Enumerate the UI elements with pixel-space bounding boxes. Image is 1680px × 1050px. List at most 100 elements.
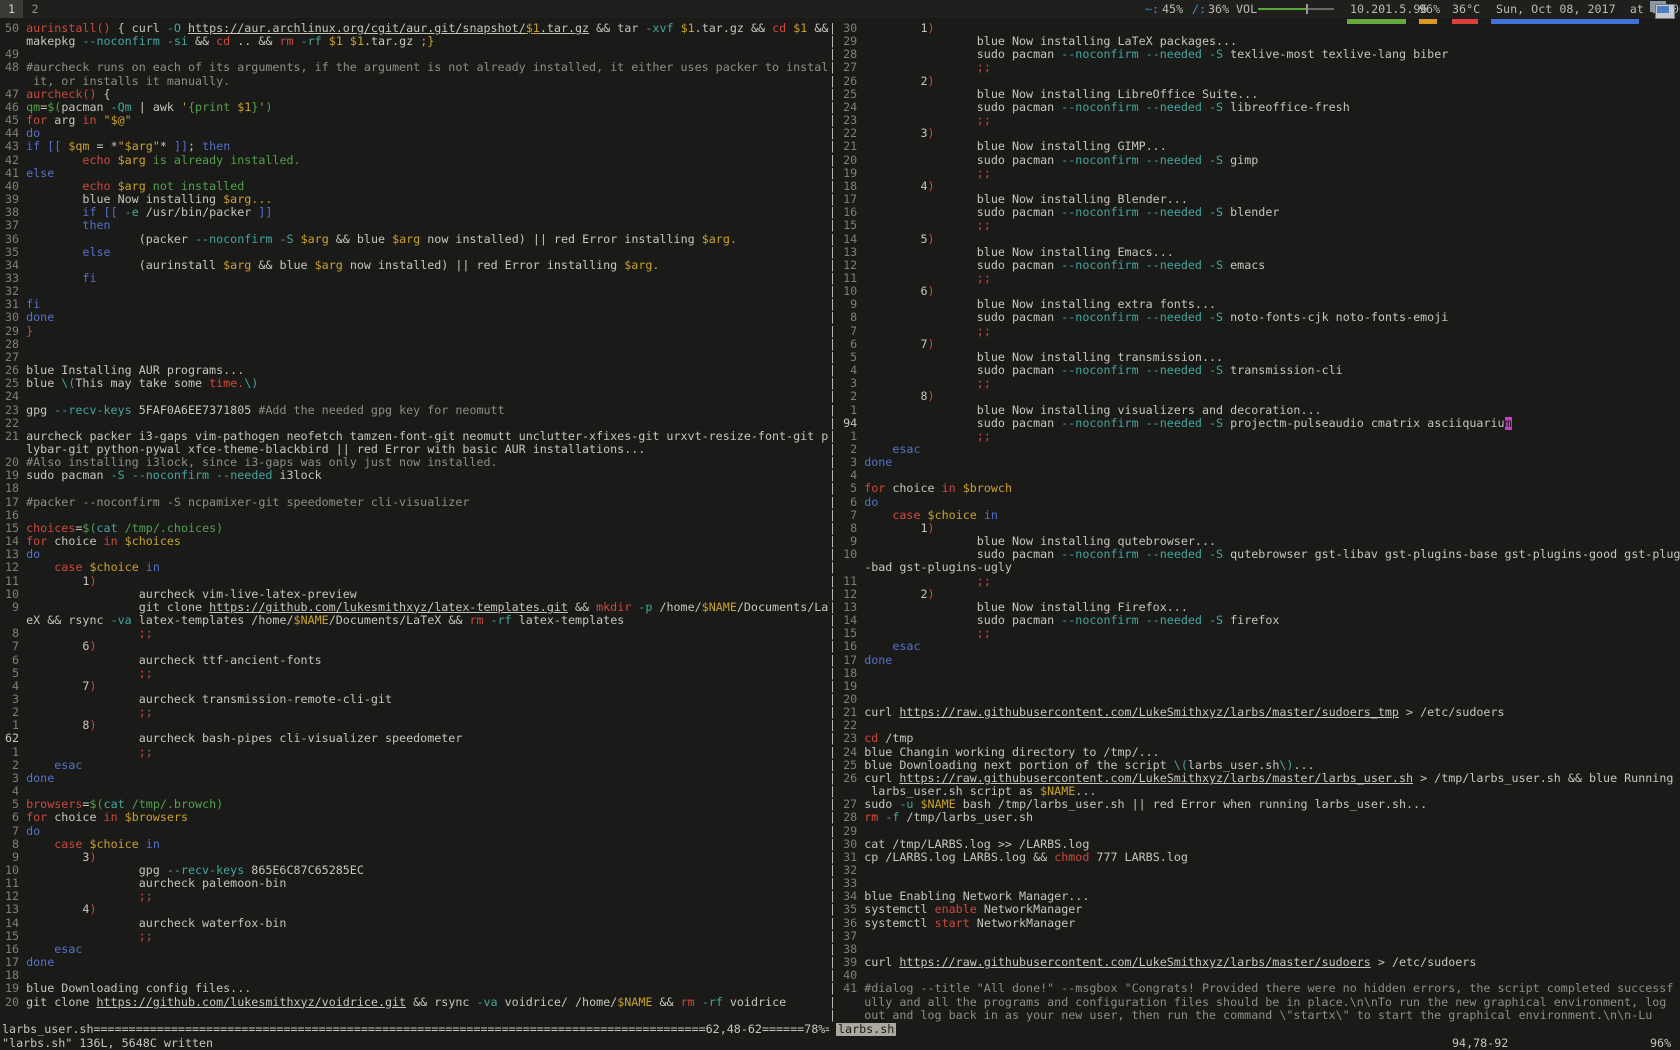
code-token: ;;	[977, 430, 991, 443]
code-token: #Also installing i3lock, since i3-gaps w…	[26, 456, 497, 469]
code-token: -S	[1209, 154, 1223, 167]
code-line: | 39 curl https://raw.githubusercontent.…	[829, 956, 1680, 969]
workspace-tag-2[interactable]: 2	[27, 0, 43, 18]
code-token: )	[89, 575, 96, 588]
code-token: { curl	[111, 22, 167, 35]
code-line: | 11 ;;	[829, 575, 1680, 588]
code-token: time.	[209, 377, 244, 390]
line-number: 6	[5, 811, 19, 824]
code-line: | 26 2)	[829, 75, 1680, 88]
code-token: now installed) || red Error installing	[420, 233, 701, 246]
code-token: -S	[279, 233, 293, 246]
code-token: in	[104, 535, 118, 548]
code-token: /Documents/LaT	[737, 601, 829, 614]
code-token: if	[26, 140, 40, 153]
code-token: for	[26, 535, 47, 548]
code-token: (aurinstall	[26, 259, 223, 272]
code-token: done	[864, 456, 892, 469]
line-number: 36	[5, 233, 19, 246]
code-token	[1202, 311, 1209, 324]
code-token: /tmp/.choices)	[125, 522, 224, 535]
code-token: lybar-git python-pywal xfce-theme-blackb…	[26, 443, 645, 456]
window-separator: |	[829, 640, 843, 653]
code-line: | 13 blue Now installing Firefox...	[829, 601, 1680, 614]
code-line: 40 echo $arg not installed	[5, 180, 829, 193]
code-line: 16	[5, 509, 829, 522]
code-token: for	[864, 482, 885, 495]
code-token: )	[928, 522, 935, 535]
line-number: 17	[5, 956, 19, 969]
workspace-tag-1[interactable]: 1	[0, 0, 23, 18]
display-tray-icon[interactable]	[1650, 1, 1676, 17]
code-line: makepkg --noconfirm -si && cd .. && rm -…	[5, 35, 829, 48]
code-token: #aurcheck runs on each of its arguments,…	[26, 61, 829, 74]
code-token: choice	[47, 811, 103, 824]
line-number: 33	[5, 272, 19, 285]
line-number: 19	[843, 167, 857, 180]
window-separator: |	[829, 75, 843, 88]
window-separator: |	[829, 1009, 843, 1022]
code-token: \)	[244, 377, 258, 390]
line-number: 2	[5, 759, 19, 772]
code-token: '	[181, 101, 188, 114]
code-token: https://raw.githubusercontent.com/LukeSm…	[899, 956, 1370, 969]
code-token: done	[26, 956, 54, 969]
code-line: | 6 do	[829, 496, 1680, 509]
line-number: 16	[5, 943, 19, 956]
code-line: | 6 7)	[829, 338, 1680, 351]
code-line: | 18 4)	[829, 180, 1680, 193]
line-number: 46	[5, 101, 19, 114]
line-number: 39	[5, 193, 19, 206]
code-line: | -bad gst-plugins-ugly	[829, 561, 1680, 574]
code-line: 2 esac	[5, 759, 829, 772]
code-line: | 12 2)	[829, 588, 1680, 601]
vim-left-window[interactable]: 50 aurinstall() { curl -O https://aur.ar…	[0, 22, 829, 1023]
code-token: /tmp/larbs_user.sh	[899, 811, 1033, 824]
code-line: | 4	[829, 469, 1680, 482]
code-line: 50 aurinstall() { curl -O https://aur.ar…	[5, 22, 829, 35]
window-separator: |	[829, 417, 843, 430]
line-number: 25	[5, 377, 19, 390]
code-token: in	[146, 561, 160, 574]
code-token: rm	[469, 614, 483, 627]
code-token: ...	[1075, 785, 1096, 798]
line-number: 20	[5, 996, 19, 1009]
line-number: 39	[843, 956, 857, 969]
code-token: $arg	[301, 233, 329, 246]
code-token	[864, 325, 977, 338]
code-line: it, or installs it manually.	[5, 75, 829, 88]
code-token	[1139, 154, 1146, 167]
code-token: now installed) || red Error installing	[343, 259, 624, 272]
code-token: 6	[864, 285, 927, 298]
line-number: 8	[5, 627, 19, 640]
code-token: && blue	[251, 259, 314, 272]
line-number: 26	[843, 772, 857, 785]
code-token: eX && rsync	[26, 614, 110, 627]
line-number: 12	[843, 588, 857, 601]
code-token: 5	[864, 233, 927, 246]
code-line: 15 choices=$(cat /tmp/.choices)	[5, 522, 829, 535]
code-line: 15 ;;	[5, 930, 829, 943]
code-token: -rf	[491, 614, 512, 627]
code-token: )	[928, 75, 935, 88]
window-separator: |	[829, 996, 843, 1009]
code-token: sudo pacman	[864, 311, 1061, 324]
code-token: && blue	[329, 233, 392, 246]
window-separator: |	[829, 838, 843, 851]
code-token: --needed	[1146, 101, 1202, 114]
code-token: 7	[864, 338, 927, 351]
code-token	[26, 180, 82, 193]
code-token: sudo pacman	[864, 101, 1061, 114]
code-token: in	[82, 114, 96, 127]
code-token: gpg	[26, 404, 54, 417]
code-token: ;;	[977, 114, 991, 127]
code-token: -u	[899, 798, 913, 811]
code-line: 11 1)	[5, 575, 829, 588]
code-token: )	[89, 680, 96, 693]
code-line: | 21 curl https://raw.githubusercontent.…	[829, 706, 1680, 719]
code-token: cat	[104, 798, 125, 811]
code-token	[484, 614, 491, 627]
code-line: | 12 sudo pacman --noconfirm --needed -S…	[829, 259, 1680, 272]
code-token: ;;	[139, 627, 153, 640]
vim-right-window[interactable]: | 30 1)| 29 blue Now installing LaTeX pa…	[829, 22, 1680, 1023]
